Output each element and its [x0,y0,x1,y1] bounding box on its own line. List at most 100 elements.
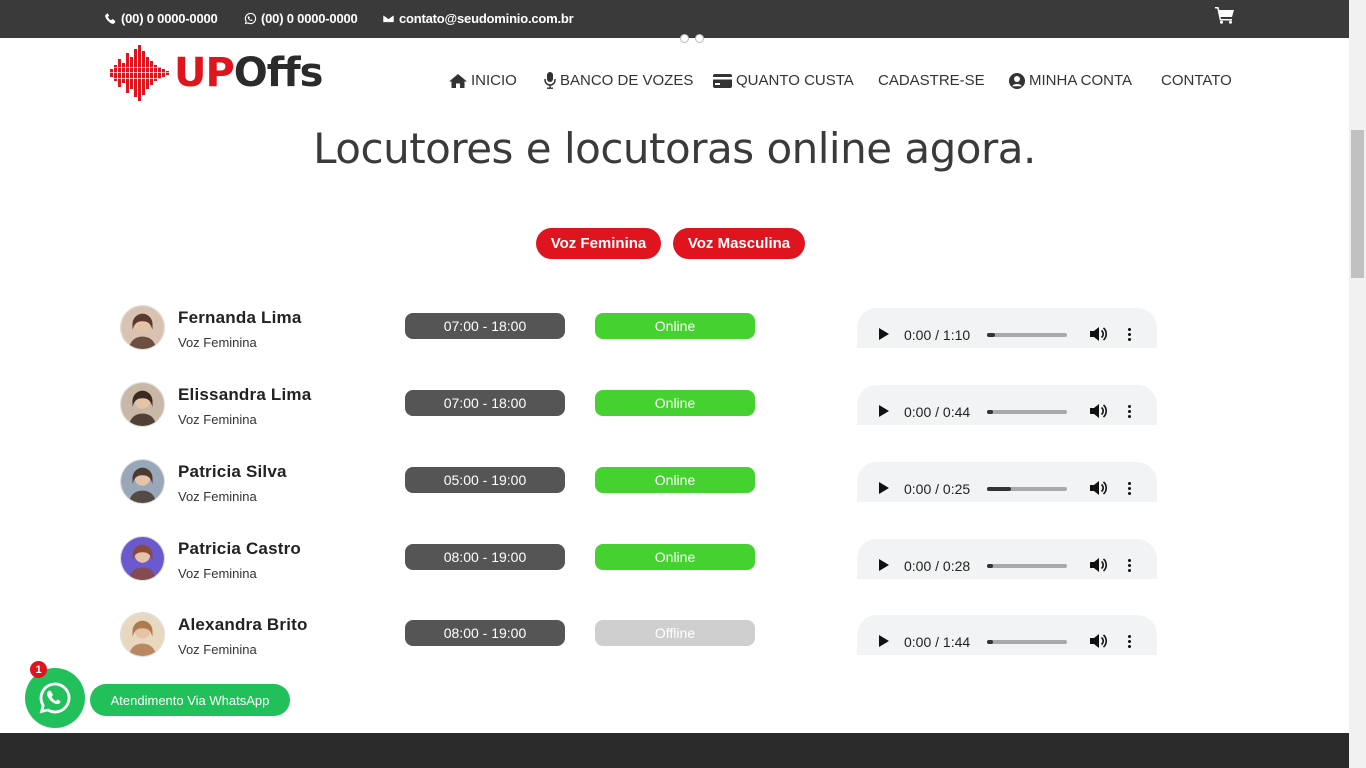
microphone-icon [544,72,556,89]
whatsapp-contact[interactable]: (00) 0 0000-0000 [244,11,358,26]
voice-type: Voz Feminina [178,489,257,504]
phone-icon [105,12,116,24]
audio-player[interactable]: 0:00 / 0:25 [857,462,1157,502]
phone-contact[interactable]: (00) 0 0000-0000 [104,11,218,26]
nav-cadastre-se[interactable]: CADASTRE-SE [878,72,985,89]
logo-offs: Offs [233,50,324,96]
audio-time: 0:00 / 0:25 [904,481,971,497]
hours-badge: 08:00 - 19:00 [405,620,565,646]
avatar[interactable] [120,459,165,504]
site-logo[interactable]: UPOffs [110,45,324,101]
hours-badge: 07:00 - 18:00 [405,390,565,416]
home-icon [449,73,467,88]
slider-dot[interactable] [695,34,704,43]
hours-badge: 07:00 - 18:00 [405,313,565,339]
audio-progress-fill [987,640,993,644]
voice-name[interactable]: Alexandra Brito [178,615,308,635]
voice-type: Voz Feminina [178,412,257,427]
audio-progress-fill [987,410,994,414]
voice-type: Voz Feminina [178,566,257,581]
nav-minha-conta[interactable]: MINHA CONTA [1009,72,1132,89]
logo-text: UPOffs [174,50,324,96]
nav-inicio[interactable]: INICIO [449,72,517,89]
whatsapp-icon [244,12,257,25]
credit-card-icon [713,73,732,88]
avatar[interactable] [120,536,165,581]
footer [0,733,1349,768]
play-icon[interactable] [879,328,889,340]
volume-icon[interactable] [1090,633,1108,649]
audio-player[interactable]: 0:00 / 0:44 [857,385,1157,425]
more-options-icon[interactable] [1128,482,1132,497]
filter-female-button[interactable]: Voz Feminina [536,228,661,259]
audio-progress-fill [987,333,995,337]
play-icon[interactable] [879,559,889,571]
status-badge: Online [595,313,755,339]
audio-progress-bar[interactable] [987,487,1067,491]
avatar-photo [121,306,164,349]
voice-name[interactable]: Patricia Silva [178,462,287,482]
volume-icon[interactable] [1090,326,1108,342]
play-icon[interactable] [879,635,889,647]
nav-banco-de-vozes[interactable]: BANCO DE VOZES [544,72,693,89]
audio-player[interactable]: 0:00 / 1:10 [857,308,1157,348]
top-bar: (00) 0 0000-0000 (00) 0 0000-0000 contat… [0,0,1349,38]
scrollbar-thumb[interactable] [1351,130,1364,278]
whatsapp-icon [39,682,71,714]
nav-label: BANCO DE VOZES [560,72,694,89]
avatar[interactable] [120,382,165,427]
volume-icon[interactable] [1090,403,1108,419]
status-badge: Online [595,467,755,493]
cart-button[interactable] [1215,6,1235,29]
nav-quanto-custa[interactable]: QUANTO CUSTA [713,72,854,89]
audio-time: 0:00 / 1:44 [904,634,971,650]
audio-player[interactable]: 0:00 / 1:44 [857,615,1157,655]
voice-row: Fernanda Lima Voz Feminina 07:00 - 18:00… [0,305,1349,365]
page-scrollbar[interactable] [1349,0,1366,768]
sound-wave-logo-icon [110,45,174,101]
audio-time: 0:00 / 0:44 [904,404,971,420]
nav-label: INICIO [471,72,517,89]
filter-male-button[interactable]: Voz Masculina [673,228,805,259]
audio-progress-bar[interactable] [987,410,1067,414]
slider-dots [680,34,704,43]
status-badge: Online [595,390,755,416]
avatar-photo [121,537,164,580]
more-options-icon[interactable] [1128,328,1132,343]
voice-type: Voz Feminina [178,335,257,350]
shopping-cart-icon [1215,7,1234,24]
whatsapp-number: (00) 0 0000-0000 [261,11,358,26]
user-circle-icon [1009,72,1025,89]
audio-progress-bar[interactable] [987,640,1067,644]
voice-type: Voz Feminina [178,642,257,657]
avatar[interactable] [120,612,165,657]
status-badge: Online [595,544,755,570]
audio-progress-bar[interactable] [987,564,1067,568]
more-options-icon[interactable] [1128,559,1132,574]
volume-icon[interactable] [1090,480,1108,496]
play-icon[interactable] [879,405,889,417]
voice-name[interactable]: Elissandra Lima [178,385,311,405]
slider-dot[interactable] [680,34,689,43]
voice-name[interactable]: Patricia Castro [178,539,301,559]
nav-contato[interactable]: CONTATO [1161,72,1232,89]
audio-progress-bar[interactable] [987,333,1067,337]
more-options-icon[interactable] [1128,635,1132,650]
audio-player[interactable]: 0:00 / 0:28 [857,539,1157,579]
more-options-icon[interactable] [1128,405,1132,420]
audio-time: 0:00 / 0:28 [904,558,971,574]
voice-name[interactable]: Fernanda Lima [178,308,302,328]
logo-up: UP [174,50,235,96]
avatar-photo [121,613,164,656]
audio-progress-fill [987,487,1011,491]
nav-label: MINHA CONTA [1029,72,1133,89]
nav-label: CONTATO [1161,72,1232,89]
avatar[interactable] [120,305,165,350]
email-contact[interactable]: contato@seudominio.com.br [382,11,574,26]
voice-row: Patricia Castro Voz Feminina 08:00 - 19:… [0,536,1349,596]
play-icon[interactable] [879,482,889,494]
volume-icon[interactable] [1090,557,1108,573]
voice-row: Elissandra Lima Voz Feminina 07:00 - 18:… [0,382,1349,442]
whatsapp-label-button[interactable]: Atendimento Via WhatsApp [90,684,290,716]
avatar-photo [121,383,164,426]
